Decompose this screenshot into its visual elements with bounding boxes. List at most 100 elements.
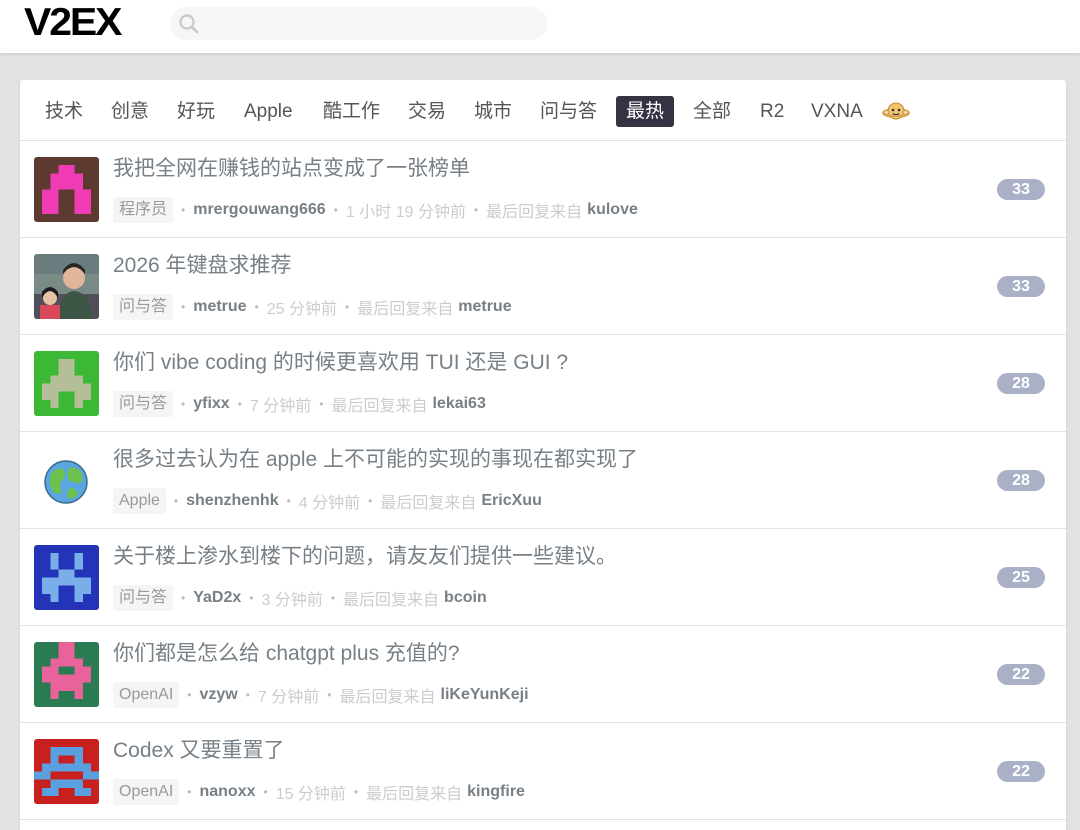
separator: •	[286, 494, 291, 508]
avatar[interactable]	[34, 254, 99, 319]
tab-r2[interactable]: R2	[750, 96, 794, 127]
topic-title[interactable]: 你们 vibe coding 的时候更喜欢用 TUI 还是 GUI ?	[113, 349, 568, 377]
node-tag[interactable]: 问与答	[113, 294, 174, 320]
separator: •	[368, 494, 373, 508]
last-reply-user[interactable]: metrue	[458, 298, 511, 316]
separator: •	[473, 203, 479, 217]
node-tag[interactable]: 问与答	[113, 391, 174, 417]
node-tag[interactable]: Apple	[113, 488, 166, 514]
tab-deals[interactable]: 交易	[398, 96, 456, 127]
avatar[interactable]	[34, 545, 99, 610]
last-reply-label: 最后回复来自	[357, 301, 454, 318]
topic-title[interactable]: Codex 又要重置了	[113, 737, 285, 765]
time-text: 1 小时 19 分钟前	[345, 204, 466, 221]
time-text: 4 分钟前	[298, 495, 361, 512]
topic-title[interactable]: 2026 年键盘求推荐	[113, 252, 292, 280]
separator: •	[181, 203, 186, 217]
tab-all[interactable]: 全部	[683, 96, 741, 127]
separator: •	[263, 785, 268, 799]
author-link[interactable]: YaD2x	[193, 589, 241, 607]
last-reply-label: 最后回复来自	[339, 689, 436, 706]
topic-row: 你们 vibe coding 的时候更喜欢用 TUI 还是 GUI ? 问与答 …	[20, 335, 1066, 432]
avatar[interactable]	[34, 642, 99, 707]
author-link[interactable]: vzyw	[199, 686, 237, 704]
node-tag[interactable]: OpenAI	[113, 682, 180, 708]
separator: •	[181, 397, 186, 411]
tab-qna[interactable]: 问与答	[530, 96, 607, 127]
separator: •	[327, 688, 332, 702]
separator: •	[333, 203, 338, 217]
topic-row: 我把全网在赚钱的站点变成了一张榜单 程序员 • mrergouwang666 •…	[20, 141, 1066, 238]
tab-city[interactable]: 城市	[464, 96, 522, 127]
reply-count-badge[interactable]: 33	[997, 276, 1045, 297]
node-tag[interactable]: 问与答	[113, 585, 174, 611]
tab-bar: 技术 创意 好玩 Apple 酷工作 交易 城市 问与答 最热 全部 R2 VX…	[20, 80, 1066, 141]
time-text: 7 分钟前	[257, 689, 320, 706]
last-reply-user[interactable]: liKeYunKeji	[441, 686, 529, 704]
tab-apple[interactable]: Apple	[234, 96, 303, 127]
author-link[interactable]: nanoxx	[199, 783, 255, 801]
last-reply-label: 最后回复来自	[380, 495, 477, 512]
tab-vxna[interactable]: VXNA	[801, 96, 873, 127]
last-reply-label: 最后回复来自	[486, 204, 583, 221]
separator: •	[345, 300, 350, 314]
topic-meta: OpenAI • nanoxx • 15 分钟前 • 最后回复来自 kingfi…	[113, 779, 525, 805]
author-link[interactable]: metrue	[193, 298, 246, 316]
author-link[interactable]: mrergouwang666	[193, 201, 325, 219]
last-reply-user[interactable]: kulove	[587, 201, 638, 219]
separator: •	[249, 591, 254, 605]
separator: •	[319, 397, 324, 411]
last-reply-user[interactable]: bcoin	[444, 589, 487, 607]
topic-title[interactable]: 关于楼上渗水到楼下的问题，请友友们提供一些建议。	[113, 543, 617, 571]
topic-row: 很多过去认为在 apple 上不可能的实现的事现在都实现了 Apple • sh…	[20, 432, 1066, 529]
tab-tech[interactable]: 技术	[35, 96, 93, 127]
separator: •	[353, 785, 359, 799]
time-text: 3 分钟前	[261, 592, 323, 609]
node-tag[interactable]: OpenAI	[113, 779, 180, 805]
topic-title[interactable]: 我把全网在赚钱的站点变成了一张榜单	[113, 155, 470, 183]
topic-meta: 问与答 • yfixx • 7 分钟前 • 最后回复来自 lekai63	[113, 391, 486, 417]
topic-meta: 问与答 • YaD2x • 3 分钟前 • 最后回复来自 bcoin	[113, 585, 487, 611]
reply-count-badge[interactable]: 25	[997, 567, 1045, 588]
topic-meta: 程序员 • mrergouwang666 • 1 小时 19 分钟前 • 最后回…	[113, 197, 638, 223]
reply-count-badge[interactable]: 22	[997, 761, 1045, 782]
last-reply-user[interactable]: lekai63	[432, 395, 485, 413]
author-link[interactable]: yfixx	[193, 395, 229, 413]
separator: •	[330, 591, 336, 605]
separator: •	[187, 688, 192, 702]
topic-row: 你们都是怎么给 chatgpt plus 充值的? OpenAI • vzyw …	[20, 626, 1066, 723]
topic-row: 关于楼上渗水到楼下的问题，请友友们提供一些建议。 问与答 • YaD2x • 3…	[20, 529, 1066, 626]
node-tag[interactable]: 程序员	[113, 197, 174, 223]
last-reply-user[interactable]: kingfire	[467, 783, 525, 801]
topic-row: 2026 年键盘求推荐 问与答 • metrue • 25 分钟前 • 最后回复…	[20, 238, 1066, 335]
planet-icon[interactable]	[882, 100, 910, 124]
time-text: 15 分钟前	[275, 786, 346, 803]
avatar[interactable]	[34, 739, 99, 804]
tab-jobs[interactable]: 酷工作	[313, 96, 390, 127]
reply-count-badge[interactable]: 28	[997, 373, 1045, 394]
time-text: 25 分钟前	[266, 301, 338, 318]
reply-count-badge[interactable]: 28	[997, 470, 1045, 491]
separator: •	[173, 494, 179, 508]
reply-count-badge[interactable]: 22	[997, 664, 1045, 685]
last-reply-user[interactable]: EricXuu	[481, 492, 541, 510]
tab-fun[interactable]: 好玩	[167, 96, 225, 127]
tab-creative[interactable]: 创意	[101, 96, 159, 127]
topic-meta: OpenAI • vzyw • 7 分钟前 • 最后回复来自 liKeYunKe…	[113, 682, 529, 708]
topic-title[interactable]: 你们都是怎么给 chatgpt plus 充值的?	[113, 640, 460, 668]
topic-title[interactable]: 很多过去认为在 apple 上不可能的实现的事现在都实现了	[113, 446, 638, 474]
last-reply-label: 最后回复来自	[366, 786, 463, 803]
topic-box: 技术 创意 好玩 Apple 酷工作 交易 城市 问与答 最热 全部 R2 VX…	[20, 80, 1066, 830]
separator: •	[181, 300, 186, 314]
separator: •	[254, 300, 259, 314]
avatar[interactable]	[34, 157, 99, 222]
site-logo[interactable]: V2EX	[24, 0, 122, 45]
topic-meta: Apple • shenzhenhk • 4 分钟前 • 最后回复来自 Eric…	[113, 488, 542, 514]
avatar[interactable]	[34, 448, 99, 513]
reply-count-badge[interactable]: 33	[997, 179, 1045, 200]
author-link[interactable]: shenzhenhk	[186, 492, 278, 510]
avatar[interactable]	[34, 351, 99, 416]
topic-meta: 问与答 • metrue • 25 分钟前 • 最后回复来自 metrue	[113, 294, 512, 320]
tab-hot[interactable]: 最热	[616, 96, 675, 127]
search-input[interactable]	[170, 7, 547, 40]
